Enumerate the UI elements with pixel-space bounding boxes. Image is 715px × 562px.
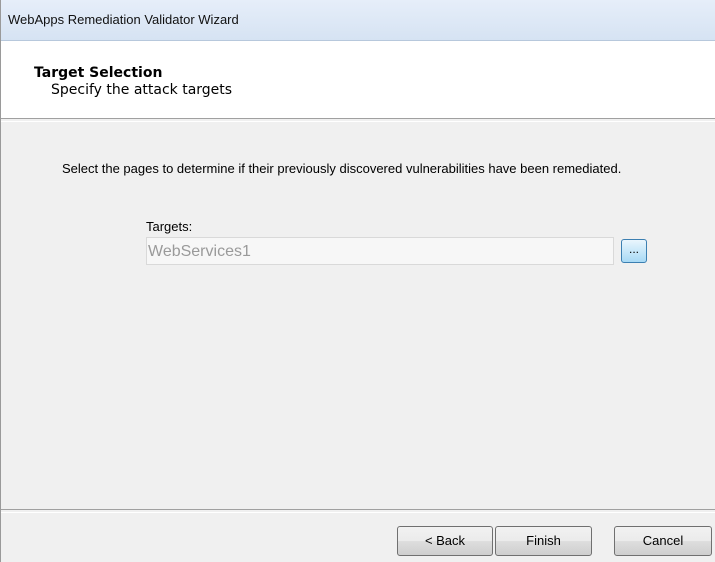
targets-field[interactable]: WebServices1 — [146, 237, 614, 265]
wizard-footer: < Back Finish Cancel — [1, 512, 715, 562]
window-title: WebApps Remediation Validator Wizard — [8, 12, 239, 27]
wizard-window: WebApps Remediation Validator Wizard Tar… — [0, 0, 715, 562]
browse-targets-button[interactable]: ... — [621, 239, 647, 263]
page-subtitle: Specify the attack targets — [51, 82, 233, 98]
finish-button[interactable]: Finish — [495, 526, 592, 556]
page-title: Target Selection — [34, 65, 163, 81]
wizard-header: Target Selection Specify the attack targ… — [1, 41, 715, 118]
cancel-button[interactable]: Cancel — [614, 526, 712, 556]
description-text: Select the pages to determine if their p… — [62, 161, 622, 176]
wizard-content: Select the pages to determine if their p… — [1, 121, 715, 511]
title-bar[interactable]: WebApps Remediation Validator Wizard — [1, 0, 715, 41]
targets-label: Targets: — [146, 219, 193, 234]
back-button[interactable]: < Back — [397, 526, 493, 556]
